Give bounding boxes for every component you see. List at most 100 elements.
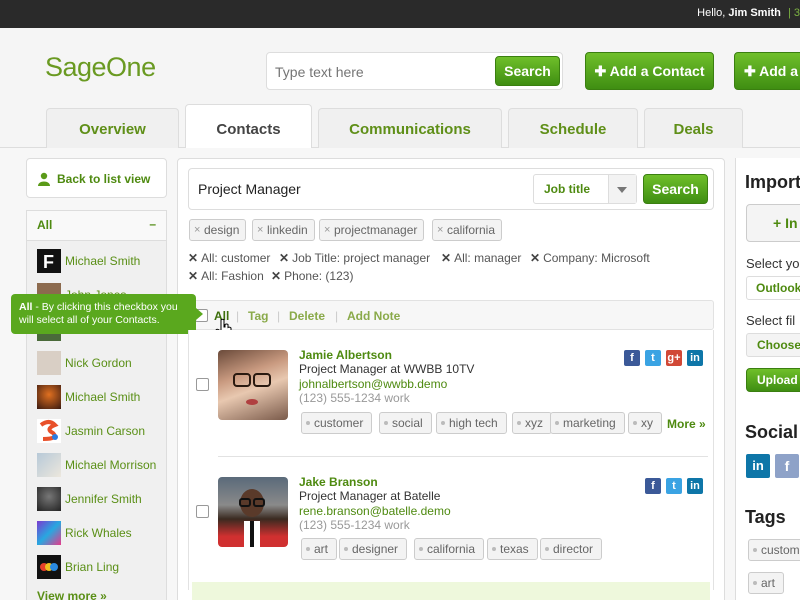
- filter-item[interactable]: ✕ All: manager: [441, 251, 521, 265]
- choose-file-button[interactable]: Choose: [746, 333, 800, 357]
- google-plus-icon[interactable]: g+: [666, 350, 682, 366]
- contact-list: All – F Michael Smith John Jones Nick Go…: [26, 210, 167, 600]
- linkedin-icon[interactable]: in: [746, 454, 770, 478]
- tags-title: Tags: [745, 507, 786, 527]
- contact-name: Nick Gordon: [65, 356, 132, 370]
- filter-item[interactable]: ✕ Company: Microsoft: [530, 251, 650, 265]
- facebook-icon[interactable]: f: [624, 350, 640, 366]
- tag[interactable]: art: [301, 538, 338, 560]
- upload-button[interactable]: Upload: [746, 368, 800, 392]
- tag-chip-design[interactable]: design: [189, 219, 247, 241]
- add-contact-button[interactable]: ✚ Add a Contact: [585, 52, 714, 90]
- global-search-input[interactable]: [275, 61, 490, 83]
- add-another-button[interactable]: ✚ Add a: [734, 52, 800, 90]
- facebook-icon[interactable]: f: [775, 454, 799, 478]
- source-select[interactable]: Outlook: [746, 276, 800, 300]
- avatar: [37, 351, 61, 375]
- remove-filter-icon[interactable]: ✕: [279, 251, 289, 265]
- plus-icon: ✚: [744, 63, 760, 79]
- linkedin-icon[interactable]: in: [687, 478, 703, 494]
- list-item[interactable]: Jasmin Carson: [37, 419, 167, 443]
- list-item[interactable]: Jennifer Smith: [37, 487, 167, 511]
- tab-deals[interactable]: Deals: [644, 108, 743, 148]
- contact-list-header[interactable]: All –: [27, 211, 166, 241]
- tag[interactable]: california: [414, 538, 485, 560]
- remove-filter-icon[interactable]: ✕: [188, 251, 198, 265]
- tag[interactable]: art: [748, 572, 785, 594]
- import-button[interactable]: + In: [746, 204, 800, 242]
- more-tags-link[interactable]: More »: [667, 417, 706, 431]
- contact-checkbox[interactable]: [196, 378, 209, 391]
- list-item[interactable]: Michael Morrison: [37, 453, 167, 477]
- tag-chip-projectmanager[interactable]: projectmanager: [319, 219, 425, 241]
- tab-communications[interactable]: Communications: [318, 108, 502, 148]
- tag[interactable]: high tech: [436, 412, 507, 434]
- contact-name: Michael Morrison: [65, 458, 157, 472]
- tooltip-title: All: [19, 301, 33, 313]
- avatar: [37, 555, 61, 579]
- tag[interactable]: marketing: [550, 412, 625, 434]
- tag[interactable]: customer: [301, 412, 373, 434]
- tag-action[interactable]: Tag: [248, 309, 268, 323]
- logo[interactable]: SageOne: [45, 52, 156, 83]
- remove-filter-icon[interactable]: ✕: [441, 251, 451, 265]
- tab-contacts[interactable]: Contacts: [185, 104, 312, 148]
- list-item[interactable]: Brian Ling: [37, 555, 167, 579]
- back-to-list-label: Back to list view: [57, 172, 151, 186]
- filter-item[interactable]: ✕ Job Title: project manager: [279, 251, 430, 265]
- contact-photo[interactable]: [218, 477, 288, 547]
- filter-item[interactable]: ✕ All: customer: [188, 251, 270, 265]
- remove-filter-icon[interactable]: ✕: [271, 269, 281, 283]
- contact-title: Project Manager at Batelle: [299, 489, 441, 503]
- view-more-link[interactable]: View more »: [37, 589, 107, 600]
- list-item[interactable]: Nick Gordon: [37, 351, 167, 375]
- tag[interactable]: designer: [339, 538, 408, 560]
- back-to-list-button[interactable]: Back to list view: [26, 158, 167, 198]
- filter-item[interactable]: ✕ Phone: (123): [271, 269, 353, 283]
- tab-schedule[interactable]: Schedule: [508, 108, 638, 148]
- remove-filter-icon[interactable]: ✕: [188, 269, 198, 283]
- contact-name-link[interactable]: Jamie Albertson: [299, 348, 392, 362]
- action-separator: |: [335, 309, 339, 323]
- twitter-icon[interactable]: t: [666, 478, 682, 494]
- global-search-button[interactable]: Search: [495, 56, 560, 86]
- tag[interactable]: texas: [487, 538, 538, 560]
- contact-title: Project Manager at WWBB 10TV: [299, 362, 475, 376]
- contact-name-link[interactable]: Jake Branson: [299, 475, 378, 489]
- facebook-icon[interactable]: f: [645, 478, 661, 494]
- list-item[interactable]: Rick Whales: [37, 521, 167, 545]
- search-field-select[interactable]: Job title: [533, 174, 637, 204]
- select-source-label: Select yo: [746, 256, 800, 271]
- linkedin-icon[interactable]: in: [687, 350, 703, 366]
- list-item[interactable]: Michael Smith: [37, 385, 167, 409]
- tag[interactable]: custom: [748, 539, 800, 561]
- contact-search-input[interactable]: Project Manager: [198, 181, 301, 197]
- filter-item[interactable]: ✕ All: Fashion: [188, 269, 264, 283]
- tag[interactable]: director: [540, 538, 603, 560]
- user-greeting: Hello, Jim Smith | 3: [697, 7, 800, 19]
- tag-chip-california[interactable]: california: [432, 219, 503, 241]
- contact-email[interactable]: johnalbertson@wwbb.demo: [299, 377, 447, 391]
- contact-name: Jasmin Carson: [65, 424, 146, 438]
- tab-overview[interactable]: Overview: [46, 108, 179, 148]
- remove-filter-icon[interactable]: ✕: [530, 251, 540, 265]
- twitter-icon[interactable]: t: [645, 350, 661, 366]
- action-separator: |: [236, 309, 240, 323]
- bulk-action-bar: All | Tag | Delete | Add Note: [188, 300, 714, 330]
- tag[interactable]: xy: [628, 412, 662, 434]
- tag-chip-linkedin[interactable]: linkedin: [252, 219, 315, 241]
- contact-name: Rick Whales: [65, 526, 132, 540]
- list-item[interactable]: F Michael Smith: [37, 249, 167, 273]
- user-name-link[interactable]: Jim Smith: [728, 7, 781, 19]
- delete-action[interactable]: Delete: [289, 309, 325, 323]
- contact-photo[interactable]: [218, 350, 288, 420]
- add-note-action[interactable]: Add Note: [347, 309, 400, 323]
- tag[interactable]: social: [379, 412, 432, 434]
- contact-email[interactable]: rene.branson@batelle.demo: [299, 504, 451, 518]
- tag[interactable]: xyz: [512, 412, 552, 434]
- contact-search-button[interactable]: Search: [643, 174, 708, 204]
- collapse-icon[interactable]: –: [149, 217, 156, 231]
- select-file-label: Select fil: [746, 313, 796, 328]
- contact-checkbox[interactable]: [196, 505, 209, 518]
- contact-name: Jennifer Smith: [65, 492, 142, 506]
